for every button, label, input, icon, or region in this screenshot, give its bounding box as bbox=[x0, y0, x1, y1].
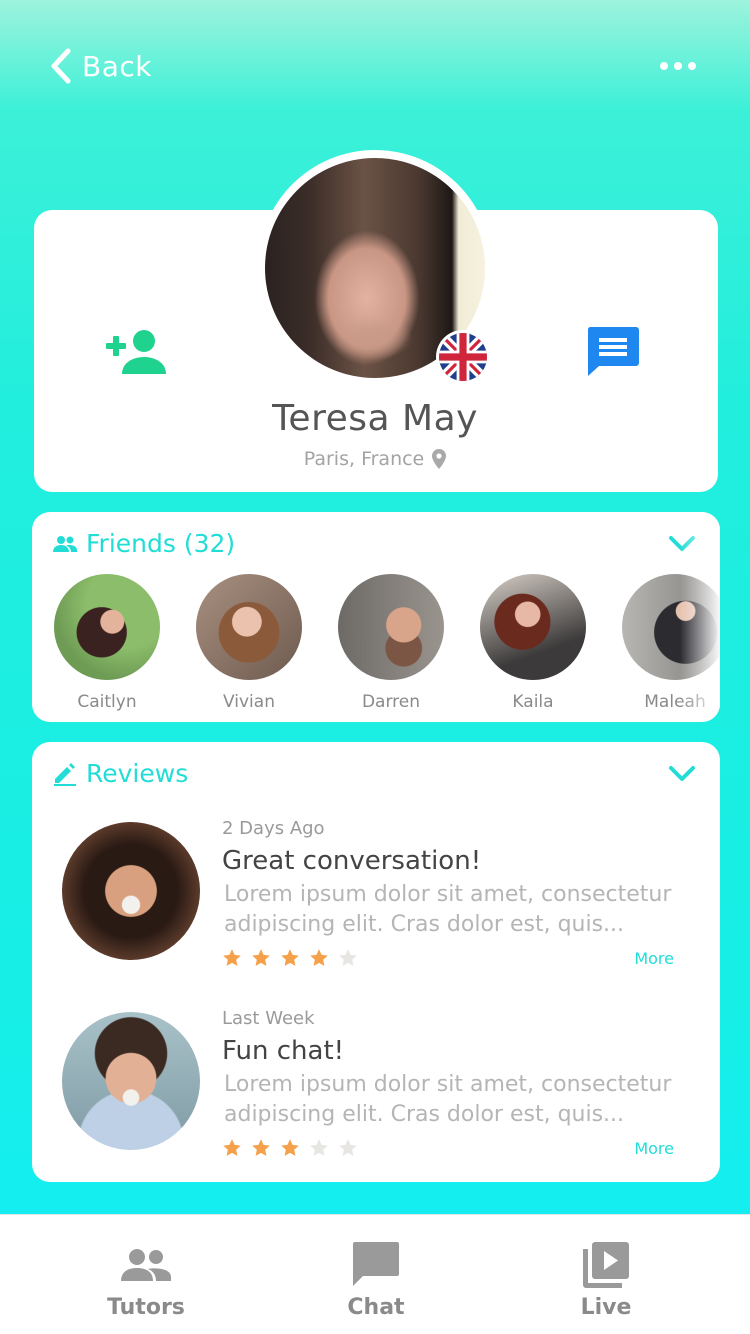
location-label: Paris, France bbox=[303, 448, 425, 470]
star-filled-icon bbox=[281, 949, 299, 966]
reviews-title: Reviews bbox=[86, 759, 189, 788]
friend-item[interactable]: Kaila bbox=[480, 574, 586, 712]
friend-name: Vivian bbox=[223, 692, 275, 712]
review-more-link[interactable]: More bbox=[634, 949, 674, 968]
tab-chat[interactable]: Chat bbox=[296, 1215, 456, 1334]
star-filled-icon bbox=[252, 1139, 270, 1156]
back-button[interactable]: Back bbox=[50, 46, 152, 86]
friend-item[interactable]: Darren bbox=[338, 574, 444, 712]
tab-tutors[interactable]: Tutors bbox=[66, 1215, 226, 1334]
review-more-link[interactable]: More bbox=[634, 1139, 674, 1158]
star-empty-icon bbox=[339, 1139, 357, 1156]
chat-icon bbox=[353, 1242, 399, 1286]
reviewer-avatar bbox=[62, 1012, 200, 1150]
friends-list: Caitlyn Vivian Darren Kaila Maleah bbox=[54, 574, 720, 712]
scroll-fade bbox=[680, 512, 720, 722]
chevron-down-icon[interactable] bbox=[668, 764, 696, 784]
star-filled-icon bbox=[252, 949, 270, 966]
video-library-icon bbox=[583, 1242, 629, 1288]
profile-location: Paris, France bbox=[0, 448, 750, 470]
person-add-icon bbox=[106, 330, 166, 374]
review-text: Lorem ipsum dolor sit amet, consectetur … bbox=[224, 882, 672, 937]
review-title: Great conversation! bbox=[222, 846, 482, 876]
reviewer-avatar bbox=[62, 822, 200, 960]
friend-item[interactable]: Vivian bbox=[196, 574, 302, 712]
uk-flag-icon bbox=[436, 330, 490, 384]
star-empty-icon bbox=[310, 1139, 328, 1156]
friend-avatar bbox=[196, 574, 302, 680]
friend-avatar bbox=[54, 574, 160, 680]
star-rating bbox=[222, 948, 358, 968]
tab-label: Tutors bbox=[107, 1295, 185, 1320]
profile-name: Teresa May bbox=[272, 398, 478, 439]
add-friend-button[interactable] bbox=[104, 328, 166, 376]
message-icon bbox=[587, 327, 639, 376]
tab-label: Chat bbox=[347, 1295, 405, 1320]
friend-avatar bbox=[480, 574, 586, 680]
review-date: 2 Days Ago bbox=[222, 818, 325, 839]
tab-live[interactable]: Live bbox=[526, 1215, 686, 1334]
people-icon bbox=[121, 1249, 171, 1281]
friends-card: Friends (32) Caitlyn Vivian Darren Kaila… bbox=[32, 512, 720, 722]
reviews-header[interactable]: Reviews bbox=[52, 759, 188, 788]
more-options-icon[interactable] bbox=[660, 56, 696, 76]
star-empty-icon bbox=[339, 949, 357, 966]
star-filled-icon bbox=[223, 949, 241, 966]
message-button[interactable] bbox=[586, 325, 640, 377]
star-filled-icon bbox=[223, 1139, 241, 1156]
tab-label: Live bbox=[580, 1295, 632, 1320]
friend-name: Kaila bbox=[512, 692, 554, 712]
friends-header[interactable]: Friends (32) bbox=[52, 529, 235, 558]
friend-avatar bbox=[338, 574, 444, 680]
header: Back bbox=[0, 0, 750, 130]
friends-title: Friends (32) bbox=[86, 529, 236, 558]
pencil-icon bbox=[54, 762, 76, 786]
back-label: Back bbox=[82, 49, 152, 83]
tab-bar: Tutors Chat Live bbox=[0, 1214, 750, 1334]
people-icon bbox=[53, 535, 77, 552]
star-rating bbox=[222, 1138, 358, 1158]
star-filled-icon bbox=[281, 1139, 299, 1156]
friend-name: Darren bbox=[361, 692, 421, 712]
review-text: Lorem ipsum dolor sit amet, consectetur … bbox=[224, 1072, 672, 1127]
location-pin-icon bbox=[432, 449, 447, 469]
reviews-card: Reviews 2 Days Ago Great conversation! L… bbox=[32, 742, 720, 1182]
star-filled-icon bbox=[310, 949, 328, 966]
review-date: Last Week bbox=[222, 1008, 315, 1029]
review-title: Fun chat! bbox=[222, 1036, 345, 1066]
friend-item[interactable]: Caitlyn bbox=[54, 574, 160, 712]
friend-name: Caitlyn bbox=[77, 692, 137, 712]
chevron-left-icon bbox=[51, 48, 71, 84]
